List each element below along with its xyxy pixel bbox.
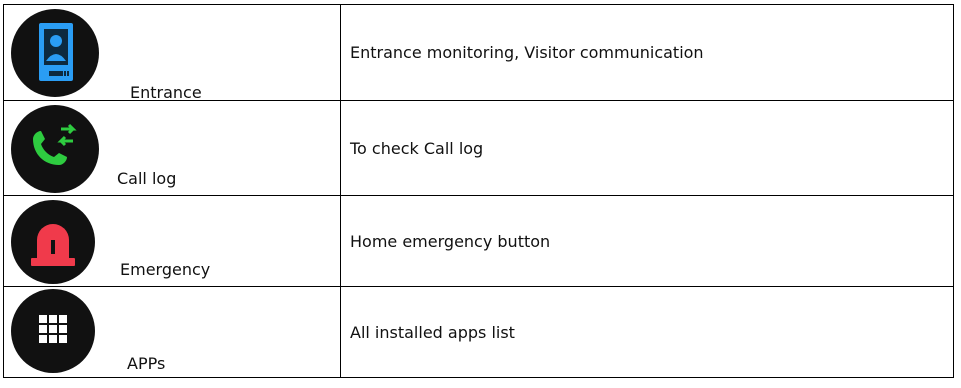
entrance-description: Entrance monitoring, Visitor communicati…	[340, 4, 954, 101]
feature-table: Entrance Entrance monitoring, Visitor co…	[3, 4, 954, 378]
call-log-label: Call log	[117, 169, 177, 188]
table-row: APPs All installed apps list	[3, 286, 954, 378]
call-log-description: To check Call log	[340, 100, 954, 196]
table-row: Emergency Home emergency button	[3, 195, 954, 287]
emergency-description: Home emergency button	[340, 195, 954, 287]
entrance-door-phone-icon[interactable]	[11, 9, 99, 97]
apps-label: APPs	[127, 354, 166, 373]
icon-cell: Entrance	[3, 4, 341, 102]
call-log-icon[interactable]	[11, 105, 99, 193]
emergency-siren-icon[interactable]	[11, 200, 95, 284]
emergency-label: Emergency	[120, 260, 211, 279]
icon-cell: Emergency	[3, 195, 341, 287]
table-row: Call log To check Call log	[3, 100, 954, 196]
apps-grid-icon[interactable]	[11, 289, 95, 373]
entrance-label: Entrance	[130, 83, 202, 102]
icon-cell: Call log	[3, 100, 341, 196]
apps-description: All installed apps list	[340, 286, 954, 378]
table-row: Entrance Entrance monitoring, Visitor co…	[3, 4, 954, 102]
icon-cell: APPs	[3, 286, 341, 378]
